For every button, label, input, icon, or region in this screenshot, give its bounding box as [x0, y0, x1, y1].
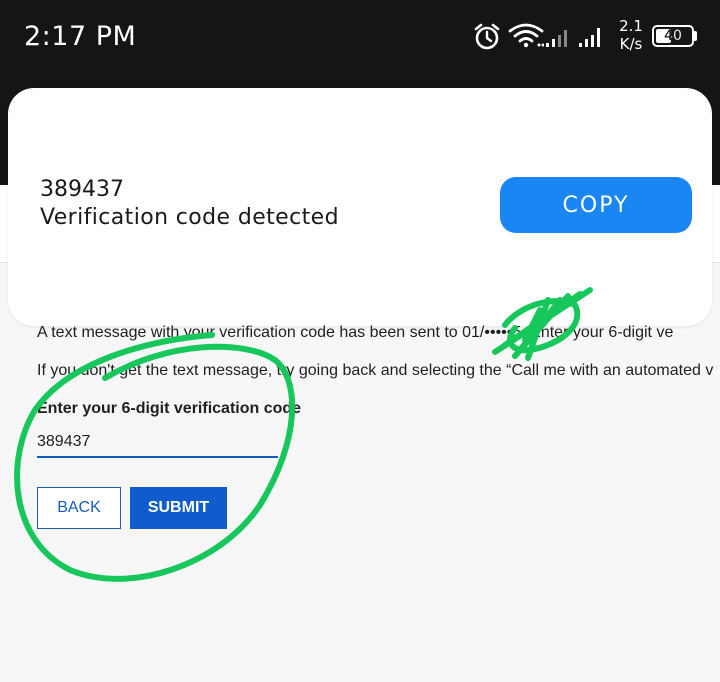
- otp-code: 389437: [40, 177, 124, 202]
- network-speed-unit: K/s: [619, 35, 643, 53]
- signal-icon: [579, 28, 600, 47]
- battery-icon: 40: [652, 25, 694, 47]
- network-speed: 2.1 K/s: [613, 17, 649, 53]
- network-speed-value: 2.1: [619, 17, 643, 35]
- fallback-message-text: If you don't get the text message, try g…: [37, 362, 714, 379]
- copy-button[interactable]: COPY: [500, 177, 692, 233]
- otp-caption: Verification code detected: [40, 205, 339, 230]
- status-time: 2:17 PM: [24, 21, 137, 52]
- battery-level: 40: [664, 28, 682, 44]
- wifi-icon: [508, 23, 544, 48]
- signal-icon: [546, 30, 567, 47]
- otp-notification[interactable]: 389437 Verification code detected COPY: [8, 88, 712, 326]
- submit-button[interactable]: SUBMIT: [130, 487, 227, 529]
- battery-tip: [694, 31, 697, 41]
- back-button[interactable]: BACK: [37, 487, 121, 529]
- verification-code-label: Enter your 6-digit verification code: [37, 400, 302, 417]
- verification-code-input[interactable]: [37, 428, 278, 458]
- alarm-icon: [474, 23, 500, 50]
- sent-message-text: A text message with your verification co…: [37, 324, 674, 341]
